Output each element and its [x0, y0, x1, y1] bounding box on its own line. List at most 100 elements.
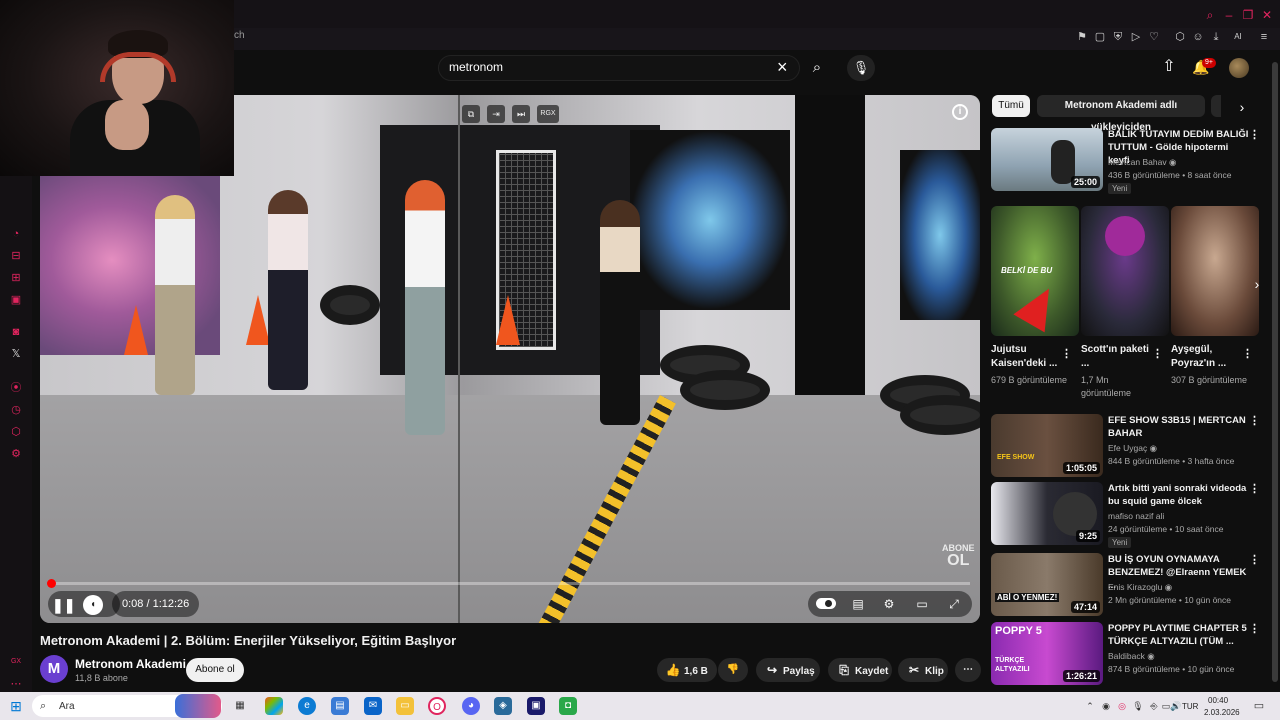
like-button[interactable]: 👍 1,6 B: [657, 658, 717, 682]
related-title[interactable]: POPPY PLAYTIME CHAPTER 5 TÜRKÇE ALTYAZIL…: [1108, 622, 1250, 648]
channel-name[interactable]: Metronom Akademi: [75, 657, 186, 671]
play-icon[interactable]: ▷: [1129, 30, 1143, 44]
ai-icon[interactable]: AI: [1228, 30, 1248, 44]
related-title[interactable]: Artık bitti yani sonraki videoda bu squi…: [1108, 482, 1250, 508]
search-query[interactable]: metronom: [449, 60, 503, 74]
subscribe-button[interactable]: Abone ol: [186, 658, 244, 682]
discord-icon[interactable]: ◕: [462, 697, 480, 715]
related-menu-icon[interactable]: ⋮: [1249, 622, 1260, 636]
sidebar-twitch-icon[interactable]: ◙: [8, 324, 24, 340]
sidebar-more-icon[interactable]: ⋯: [8, 676, 24, 692]
tray-opera-icon[interactable]: ◎: [1116, 700, 1128, 712]
menu-icon[interactable]: ≡: [1257, 30, 1271, 44]
tab-icon[interactable]: ▢: [1093, 30, 1107, 44]
short-title[interactable]: Ayşegül, Poyraz'ın ...: [1171, 343, 1243, 371]
task-view-icon[interactable]: ▦: [231, 697, 249, 715]
file-explorer-icon[interactable]: ▭: [396, 697, 414, 715]
short-menu-icon[interactable]: ⋮: [1242, 347, 1253, 361]
minimize-icon[interactable]: –: [1222, 8, 1236, 22]
sidebar-gaming-icon[interactable]: ⊞: [8, 270, 24, 286]
related-title[interactable]: EFE SHOW S3B15 | MERTCAN BAHAR: [1108, 414, 1250, 440]
short-menu-icon[interactable]: ⋮: [1152, 347, 1163, 361]
short-title[interactable]: Scott'ın paketi ...: [1081, 343, 1153, 371]
browser-search-icon[interactable]: ⌕: [1203, 8, 1217, 22]
overlay-skip-button[interactable]: ⏭: [512, 105, 530, 123]
restore-icon[interactable]: ❐: [1241, 8, 1255, 22]
tab-title[interactable]: ch: [234, 30, 245, 41]
sidebar-player-icon[interactable]: ⦿: [8, 380, 24, 396]
subtitles-icon[interactable]: ▤: [849, 595, 867, 613]
edge-icon[interactable]: e: [298, 697, 316, 715]
tray-chevron-icon[interactable]: ⌃: [1084, 700, 1096, 712]
related-menu-icon[interactable]: ⋮: [1249, 482, 1260, 496]
notification-center-icon[interactable]: ▭: [1252, 699, 1266, 713]
sidebar-x-icon[interactable]: 𝕏: [8, 346, 24, 362]
share-button[interactable]: ↪ Paylaş: [756, 658, 820, 682]
app-icon[interactable]: ◘: [559, 697, 577, 715]
clock-time[interactable]: 00:40: [1208, 696, 1228, 705]
tray-mic-icon[interactable]: 🎙: [1132, 700, 1144, 712]
related-menu-icon[interactable]: ⋮: [1249, 553, 1260, 567]
chip-more[interactable]: [1211, 95, 1221, 117]
overlay-rgx-button[interactable]: RGX: [537, 105, 559, 123]
related-channel[interactable]: Efe Uygaç ◉: [1108, 442, 1157, 455]
short-thumbnail[interactable]: BELKİ DE BU: [991, 206, 1079, 336]
tray-usb-icon[interactable]: ⎆: [1148, 700, 1160, 712]
bookmark-icon[interactable]: ⚑: [1075, 30, 1089, 44]
language-indicator[interactable]: TUR: [1182, 702, 1198, 711]
related-thumbnail[interactable]: ABİ O YENMEZ! 47:14: [991, 553, 1103, 616]
sidebar-news-icon[interactable]: ⊟: [8, 248, 24, 264]
clip-button[interactable]: ✂ Klip: [898, 658, 948, 682]
shorts-next-icon[interactable]: ›: [1249, 276, 1265, 292]
app-icon[interactable]: ◈: [494, 697, 512, 715]
volume-tray-icon[interactable]: 🔊: [1170, 700, 1182, 712]
windows-start-icon[interactable]: ⊞: [8, 698, 24, 714]
sidebar-messenger-icon[interactable]: ▣: [8, 292, 24, 308]
dislike-button[interactable]: 👎: [718, 658, 748, 682]
channel-avatar[interactable]: M: [40, 655, 68, 683]
chip-all[interactable]: Tümü: [992, 95, 1030, 117]
upload-icon[interactable]: ⇧: [1160, 58, 1178, 76]
widgets-icon[interactable]: [265, 697, 283, 715]
progress-bar[interactable]: [50, 582, 970, 585]
sidebar-history-icon[interactable]: ◷: [8, 402, 24, 418]
chip-channel[interactable]: Metronom Akademi adlı yükleyiciden: [1037, 95, 1205, 133]
related-thumbnail[interactable]: 25:00: [991, 128, 1103, 191]
app-icon[interactable]: ▣: [527, 697, 545, 715]
fullscreen-icon[interactable]: ⤢: [945, 595, 963, 613]
short-thumbnail[interactable]: [1171, 206, 1259, 336]
heart-icon[interactable]: ♡: [1147, 30, 1161, 44]
related-thumbnail[interactable]: EFE SHOW 1:05:05: [991, 414, 1103, 477]
sidebar-gx-icon[interactable]: GX: [8, 654, 24, 670]
overlay-enter-button[interactable]: ⇥: [487, 105, 505, 123]
related-channel[interactable]: Baldiback ◉: [1108, 650, 1155, 663]
sidebar-extensions-icon[interactable]: ⬡: [8, 424, 24, 440]
overlay-copy-button[interactable]: ⧉: [462, 105, 480, 123]
pause-icon[interactable]: ❚❚: [52, 595, 75, 615]
clear-search-icon[interactable]: ×: [777, 58, 793, 76]
sidebar-settings-icon[interactable]: ⚙: [8, 446, 24, 462]
short-thumbnail[interactable]: [1081, 206, 1169, 336]
related-channel[interactable]: Mevtcan Bahav ◉: [1108, 156, 1176, 169]
volume-icon[interactable]: ◖: [83, 595, 103, 615]
settings-icon[interactable]: ⚙: [880, 595, 898, 613]
save-button[interactable]: ⎘ Kaydet: [828, 658, 892, 682]
opera-gx-icon[interactable]: O: [428, 697, 446, 715]
account-icon[interactable]: ☺: [1191, 30, 1205, 44]
scrollbar-thumb[interactable]: [1272, 62, 1278, 682]
store-icon[interactable]: ▤: [331, 697, 349, 715]
related-channel[interactable]: Enis Kirazoglu ◉: [1108, 581, 1172, 594]
related-menu-icon[interactable]: ⋮: [1249, 128, 1260, 142]
theater-mode-icon[interactable]: ▭: [913, 595, 931, 613]
sidebar-speed-dial-icon[interactable]: ◔: [8, 226, 24, 242]
mail-icon[interactable]: ✉: [364, 697, 382, 715]
shield-icon[interactable]: ⛨: [1111, 30, 1125, 44]
chevron-right-icon[interactable]: ›: [1234, 99, 1250, 115]
taskbar-search-placeholder[interactable]: Ara: [59, 701, 75, 712]
related-menu-icon[interactable]: ⋮: [1249, 414, 1260, 428]
search-highlight-image[interactable]: [175, 694, 221, 718]
progress-scrubber[interactable]: [47, 579, 56, 588]
tray-app-icon[interactable]: ◉: [1100, 700, 1112, 712]
short-title[interactable]: Jujutsu Kaisen'deki ...: [991, 343, 1063, 371]
close-icon[interactable]: ✕: [1260, 8, 1274, 22]
